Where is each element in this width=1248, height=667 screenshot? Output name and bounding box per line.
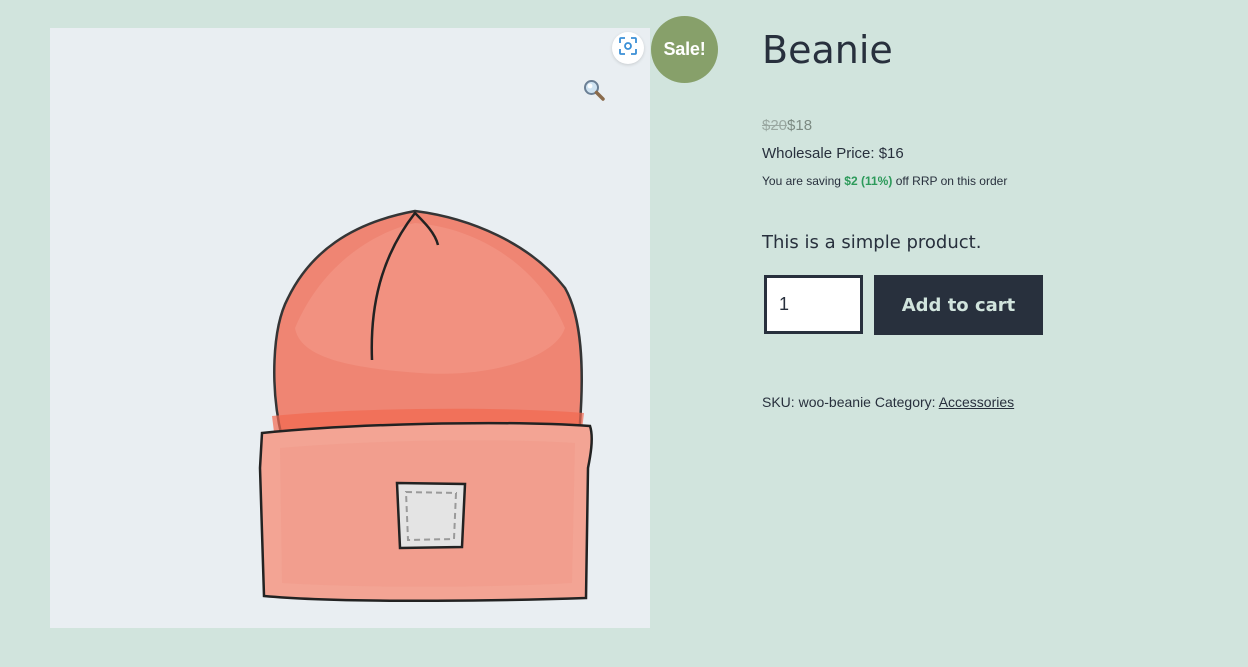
wholesale-value: $16 bbox=[878, 145, 904, 162]
product-title: Beanie bbox=[762, 28, 893, 72]
saving-prefix: You are saving bbox=[762, 174, 841, 188]
wholesale-label: Wholesale Price: bbox=[762, 145, 875, 162]
scan-icon bbox=[619, 36, 637, 60]
saving-percent-close: ) bbox=[888, 174, 893, 188]
quantity-input[interactable] bbox=[764, 275, 863, 334]
short-description: This is a simple product. bbox=[762, 232, 982, 253]
sale-badge: Sale! bbox=[651, 16, 718, 83]
saving-suffix: off RRP on this order bbox=[895, 174, 1008, 188]
category-link-accessories[interactable]: Accessories bbox=[939, 394, 1014, 410]
sale-price: $18 bbox=[787, 117, 813, 134]
saving-amount: $2 bbox=[844, 174, 858, 188]
sku-label: SKU: bbox=[762, 394, 795, 410]
add-to-cart-button[interactable]: Add to cart bbox=[874, 275, 1043, 335]
saving-message: You are saving $2 (11%) off RRP on this … bbox=[762, 174, 1007, 188]
regular-price: $20 bbox=[762, 117, 788, 134]
product-image-beanie[interactable] bbox=[50, 28, 650, 628]
price: $20$18 bbox=[762, 117, 812, 134]
scan-button[interactable] bbox=[612, 32, 644, 64]
saving-percent: 11% bbox=[865, 174, 889, 188]
sku-value: woo-beanie bbox=[798, 394, 871, 410]
magnifier-icon[interactable] bbox=[582, 78, 606, 102]
wholesale-price: Wholesale Price: $16 bbox=[762, 145, 904, 162]
product-meta: SKU: woo-beanie Category: Accessories bbox=[762, 394, 1014, 410]
category-label: Category: bbox=[874, 394, 936, 410]
product-gallery[interactable] bbox=[50, 28, 650, 628]
